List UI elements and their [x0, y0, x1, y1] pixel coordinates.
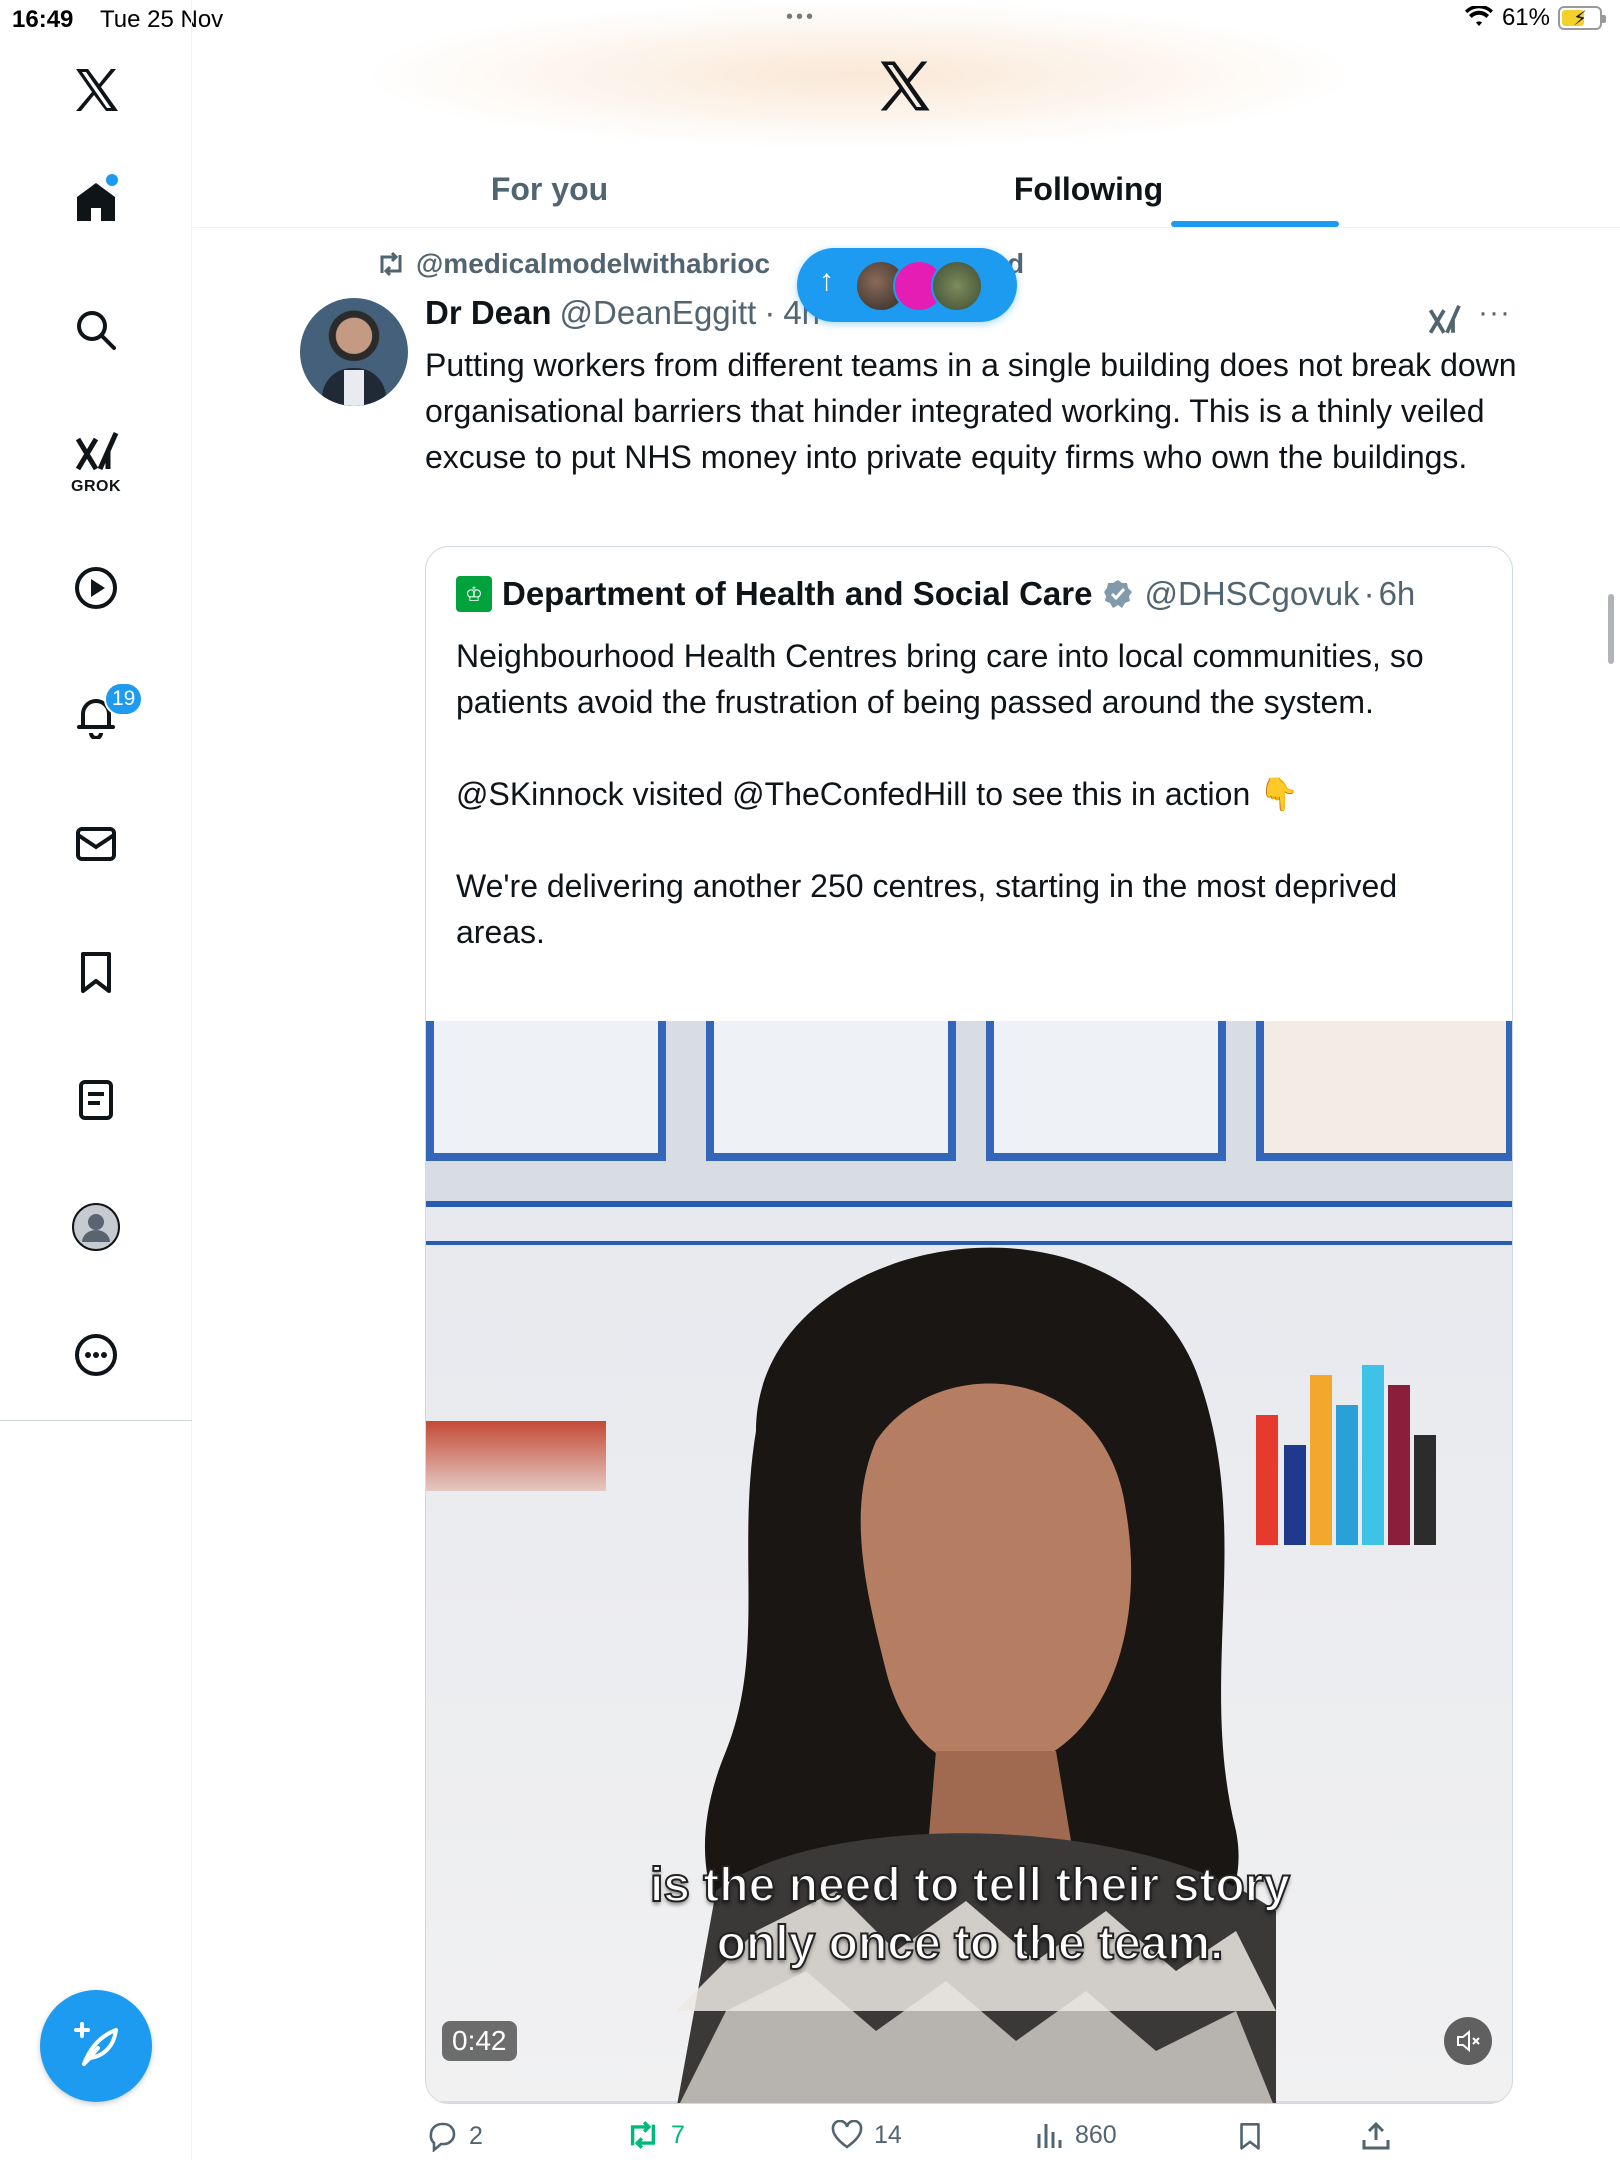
bookmark-button[interactable] — [1235, 2120, 1265, 2152]
scrollbar[interactable] — [1608, 594, 1614, 664]
separator: · — [764, 294, 776, 331]
x-logo-icon[interactable] — [66, 60, 126, 120]
quote-author-name[interactable]: Department of Health and Social Care — [502, 575, 1092, 613]
tab-following[interactable]: Following — [732, 150, 1445, 228]
reply-count: 2 — [469, 2121, 483, 2150]
compose-post-button[interactable] — [40, 1990, 152, 2102]
repost-icon — [380, 251, 402, 277]
x-logo-header-icon[interactable] — [876, 58, 936, 118]
status-indicators: 61% ⚡ — [1464, 4, 1606, 32]
notifications-badge: 19 — [104, 682, 144, 716]
like-button[interactable]: 14 — [830, 2120, 902, 2150]
tweet-header: Dr Dean @DeanEggitt · 4h — [425, 294, 820, 332]
new-posts-pill[interactable]: ↑ — [797, 248, 1017, 322]
more-options-icon[interactable]: ··· — [1478, 296, 1511, 330]
video-player[interactable]: is the need to tell their story only onc… — [426, 1021, 1512, 2103]
dhsc-logo-icon: ♔ — [456, 576, 492, 612]
reply-button[interactable]: 2 — [425, 2120, 483, 2152]
share-button[interactable] — [1360, 2120, 1392, 2152]
battery-icon: ⚡ — [1558, 6, 1606, 30]
video-caption: is the need to tell their story only onc… — [426, 1857, 1512, 1973]
more-circle-icon[interactable] — [66, 1325, 126, 1385]
quote-paragraph: We're delivering another 250 centres, st… — [456, 868, 1398, 950]
bookmark-icon — [1240, 2122, 1260, 2150]
quote-text: Neighbourhood Health Centres bring care … — [456, 633, 1486, 1001]
wifi-icon — [1464, 6, 1493, 26]
reply-icon — [429, 2122, 456, 2152]
messages-envelope-icon[interactable] — [66, 814, 126, 874]
quote-time[interactable]: 6h — [1379, 575, 1416, 613]
verified-badge-icon — [1104, 580, 1133, 608]
repost-by: @medicalmodelwithabrioc — [416, 248, 771, 279]
video-play-icon[interactable] — [66, 558, 126, 618]
author-handle[interactable]: @DeanEggitt — [560, 294, 757, 332]
repost-indicator[interactable]: @medicalmodelwithabrioc — [376, 248, 770, 280]
tweet-actions: 2 7 14 860 — [425, 2120, 1525, 2160]
active-tab-indicator — [1171, 221, 1339, 227]
quoted-post[interactable]: ♔ Department of Health and Social Care @… — [425, 546, 1513, 2104]
header-glow — [360, 0, 1360, 150]
profile-avatar-icon[interactable] — [66, 1197, 126, 1257]
charging-bolt-icon: ⚡ — [1573, 8, 1588, 30]
sidebar-divider — [0, 1420, 192, 1421]
repost-button[interactable]: 7 — [625, 2120, 685, 2150]
compose-post-icon — [74, 2022, 118, 2066]
separator: · — [1363, 575, 1375, 612]
search-icon[interactable] — [66, 300, 126, 360]
views-chart-icon — [1037, 2124, 1062, 2148]
battery-percent: 61% — [1501, 4, 1550, 31]
grok-explain-icon[interactable] — [1426, 302, 1462, 338]
bookmarks-icon[interactable] — [66, 942, 126, 1002]
timeline-tabs: For you Following — [193, 150, 1620, 228]
caption-line: only once to the team. — [716, 1916, 1225, 1971]
quote-paragraph: Neighbourhood Health Centres bring care … — [456, 638, 1424, 720]
views-button[interactable]: 860 — [1035, 2120, 1117, 2150]
lists-icon[interactable] — [66, 1070, 126, 1130]
heart-icon — [831, 2120, 863, 2149]
new-post-avatar — [931, 260, 983, 312]
like-count: 14 — [874, 2120, 902, 2149]
views-count: 860 — [1075, 2120, 1117, 2149]
tweet-text: Putting workers from different teams in … — [425, 347, 1517, 475]
author-name[interactable]: Dr Dean — [425, 294, 552, 332]
arrow-up-icon: ↑ — [819, 264, 834, 297]
muted-speaker-icon — [1457, 2029, 1480, 2053]
grok-label: GROK — [71, 478, 121, 495]
sidebar: GROK 19 — [0, 0, 192, 2160]
avatar[interactable] — [300, 298, 408, 406]
mute-button[interactable] — [1444, 2017, 1492, 2065]
share-icon — [1362, 2121, 1390, 2150]
repost-icon — [630, 2121, 656, 2149]
quote-paragraph: @SKinnock visited @TheConfedHill to see … — [456, 776, 1299, 812]
quote-header: ♔ Department of Health and Social Care @… — [456, 575, 1415, 613]
caption-line: is the need to tell their story — [649, 1858, 1291, 1913]
repost-count: 7 — [671, 2120, 685, 2149]
grok-icon[interactable] — [66, 422, 126, 482]
home-unread-dot — [106, 174, 118, 186]
quote-author-handle[interactable]: @DHSCgovuk — [1144, 575, 1359, 613]
video-duration: 0:42 — [442, 2021, 517, 2061]
